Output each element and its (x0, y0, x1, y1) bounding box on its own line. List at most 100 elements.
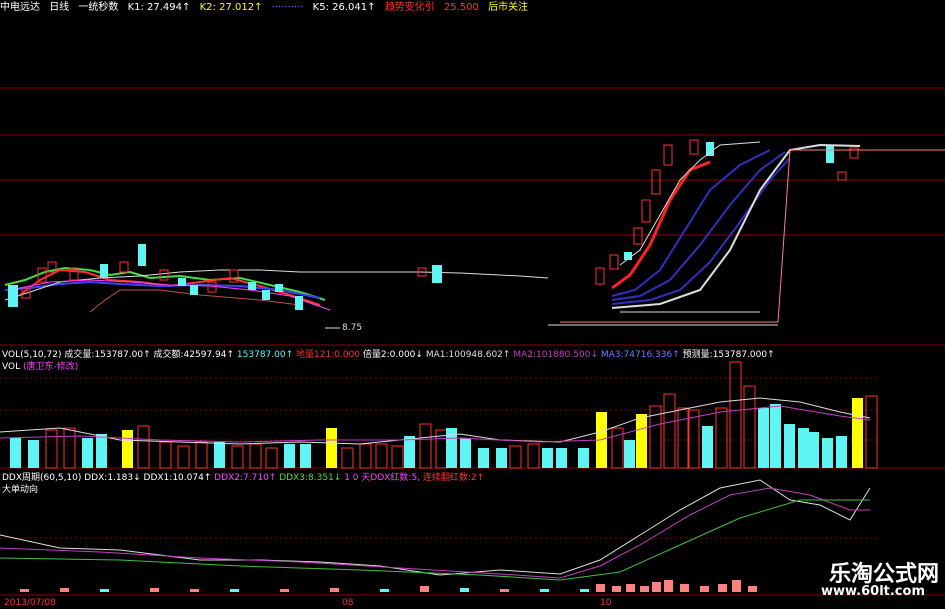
vol-title[interactable]: VOL(5,10,72) (2, 350, 61, 360)
volume-bar (687, 409, 700, 469)
ddx-bar (460, 588, 469, 592)
ddx-bar (60, 588, 69, 592)
volume-bar (177, 445, 190, 469)
ma-line-navy-fan (611, 149, 771, 297)
volume-bar (663, 393, 676, 469)
candle (295, 296, 303, 310)
volume-bar (122, 430, 133, 468)
ddx-line-green (0, 499, 870, 581)
candle (689, 139, 699, 155)
volume-bar (852, 398, 863, 468)
vol-item: 成交量:153787.00↑ (64, 350, 151, 360)
ddx-bar (540, 589, 549, 592)
ddx-note-2: 连续翻红数:2↑ (422, 473, 485, 483)
volume-bar (28, 440, 39, 468)
vol-sub-title: VOL (2, 362, 21, 372)
volume-bar (63, 427, 76, 469)
watermark-url: www.60lt.com (820, 584, 925, 599)
date-axis-mid: 08 (342, 598, 354, 608)
ddx-bar (230, 589, 239, 592)
ma-line-white-thin (619, 141, 761, 266)
ddx-bar (150, 588, 159, 592)
volume-bar (578, 448, 589, 468)
volume-bar (758, 408, 769, 468)
volume-bar (96, 434, 107, 468)
ma-line-navy-fan (611, 151, 786, 301)
ddx-title[interactable]: DDX周期(60,5,10) (2, 473, 81, 483)
ddx-line-magenta (0, 487, 870, 579)
date-axis-end: 10 (600, 598, 612, 608)
volume-bar (284, 444, 295, 468)
candle (119, 261, 129, 273)
ddx-panel-header: DDX周期(60,5,10) DDX:1.183↓ DDX1:10.074↑ D… (2, 473, 484, 484)
candle (207, 281, 217, 293)
ddx-bar (640, 586, 649, 592)
candle (8, 285, 18, 307)
vol-item: 倍量2:0.000↓ (362, 350, 423, 360)
candle (609, 254, 619, 270)
ddx-item: DDX1:10.074↑ (143, 473, 212, 483)
ddx-bar (330, 588, 339, 592)
volume-bar (214, 442, 225, 468)
volume-bar (677, 407, 690, 469)
candle (633, 227, 643, 245)
ddx-bar (580, 589, 589, 592)
volume-bar (359, 443, 372, 469)
volume-bar (326, 428, 337, 468)
ddx-bar (700, 586, 709, 592)
vol-sub-note: (唐卫东-修改) (22, 362, 79, 372)
volume-bar (636, 414, 647, 468)
ddx-bar (100, 589, 109, 592)
ddx-bars (20, 580, 757, 592)
ddx-bar (626, 584, 635, 592)
volume-bar (404, 436, 415, 468)
candle (706, 142, 714, 156)
ddx-note-1: 1 0 天DDX红数:5, (344, 473, 421, 483)
candle (432, 265, 442, 283)
ddx-bar (612, 586, 621, 592)
volume-bar (527, 443, 540, 469)
candle (826, 145, 834, 163)
volume-bar (865, 395, 878, 469)
vol-item: MA3:74716.336↑ (600, 350, 680, 360)
vol-item: 地量121:0.000 (296, 350, 360, 360)
ddx-item: DDX:1.183↓ (84, 473, 141, 483)
candle (641, 199, 651, 223)
vol-subheader: VOL (唐卫东-修改) (2, 362, 78, 373)
ddx-bar (420, 586, 429, 592)
ddx-lines (0, 479, 871, 581)
ddx-bar (664, 580, 673, 592)
candle (138, 244, 146, 266)
volume-bar (10, 438, 21, 468)
grid-lines (0, 87, 945, 596)
ddx-bar (680, 584, 689, 592)
volume-bar (542, 448, 553, 468)
ma-fan (548, 141, 945, 326)
ddx-bar (718, 584, 727, 592)
volume-bar (509, 445, 522, 469)
candle (159, 269, 169, 281)
candle (651, 169, 661, 195)
ddx-bar (280, 589, 289, 592)
volume-bar (784, 424, 795, 468)
ddx-item: DDX2:7.710↑ (214, 473, 277, 483)
volume-bar (460, 438, 471, 468)
ddx-bar (652, 582, 661, 592)
ddx-bar (20, 589, 29, 592)
volume-bar (249, 443, 262, 469)
stair-line (560, 149, 945, 323)
low-price-label: 8.75 (342, 323, 363, 333)
volume-bar (391, 445, 404, 469)
volume-bar (624, 440, 635, 468)
volume-bar (702, 426, 713, 468)
ddx-bar (500, 589, 509, 592)
candle (595, 267, 605, 285)
ddx-bar (748, 586, 757, 592)
vol-item: 成交额:42597.94↑ (153, 350, 235, 360)
volume-bar (836, 436, 847, 468)
volume-bar (341, 447, 354, 469)
volume-bar (45, 429, 58, 469)
ddx-sub-title: 大单动向 (2, 485, 39, 495)
candle (663, 144, 673, 166)
candle (837, 171, 847, 181)
